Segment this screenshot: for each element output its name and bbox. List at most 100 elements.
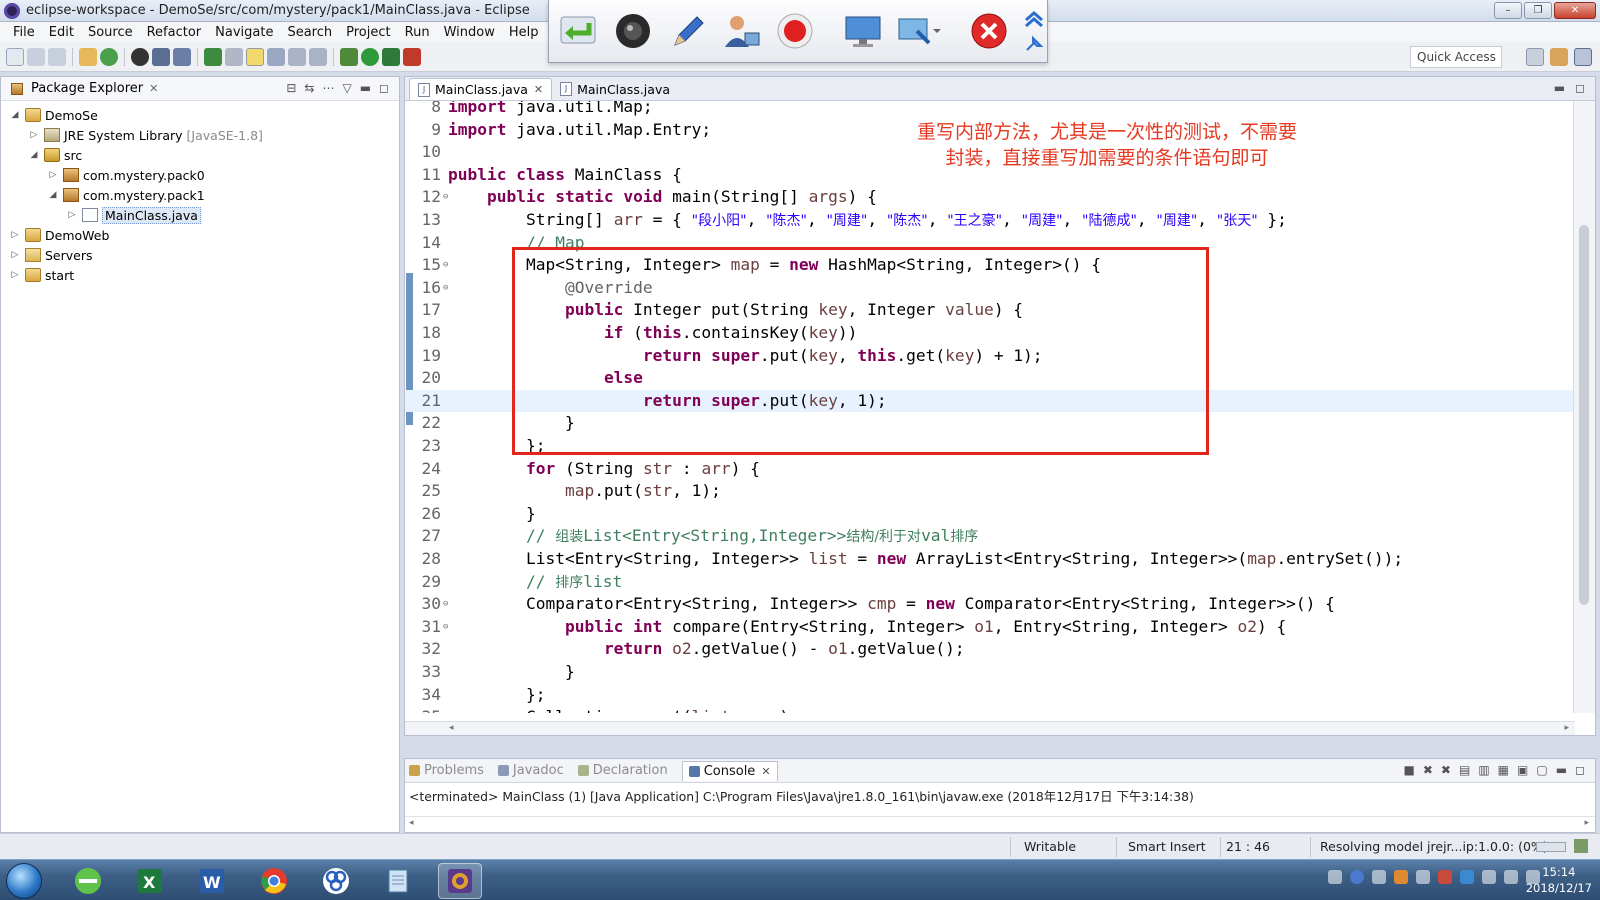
- scroll-lock-icon[interactable]: ▥: [1478, 763, 1489, 777]
- tab-console[interactable]: Console ✕: [681, 760, 778, 781]
- close-tab-icon[interactable]: ✕: [761, 765, 770, 778]
- code-line[interactable]: 13 String[] arr = { "段小阳", "陈杰", "周建", "…: [405, 209, 1575, 232]
- menu-search[interactable]: Search: [280, 25, 339, 40]
- screen-icon[interactable]: [843, 9, 883, 53]
- clear-console-icon[interactable]: ▤: [1459, 763, 1470, 777]
- minimize-button[interactable]: –: [1494, 2, 1522, 19]
- close-button[interactable]: ✕: [1554, 2, 1596, 19]
- webcam-icon[interactable]: [613, 9, 653, 53]
- remove-launch-icon[interactable]: ✖: [1423, 763, 1433, 777]
- tree-node[interactable]: ▷ MainClass.java: [1, 205, 399, 225]
- new-icon[interactable]: [6, 47, 24, 66]
- pin-icon[interactable]: [1023, 34, 1045, 52]
- return-arrow-icon[interactable]: [559, 9, 599, 53]
- console-horizontal-scrollbar[interactable]: ◂ ▸: [405, 816, 1595, 830]
- new-java-project-icon[interactable]: [79, 47, 97, 66]
- scroll-left-icon[interactable]: ◂: [449, 723, 454, 733]
- scrollbar-thumb[interactable]: [1579, 225, 1589, 605]
- app-tray-icon[interactable]: [1394, 870, 1408, 884]
- pen-icon[interactable]: [667, 9, 707, 53]
- link-editor-icon[interactable]: ⇆: [304, 81, 314, 95]
- tree-node[interactable]: ◢ src: [1, 145, 399, 165]
- word-icon[interactable]: W: [190, 863, 234, 899]
- tree-node[interactable]: ◢ DemoSe: [1, 105, 399, 125]
- code-line[interactable]: 34 };: [405, 684, 1575, 707]
- editor-tab-mainclass[interactable]: J MainClass.java: [552, 78, 678, 100]
- code-line[interactable]: 29 // 排序list: [405, 571, 1575, 594]
- notification-icon[interactable]: [1416, 870, 1430, 884]
- menu-navigate[interactable]: Navigate: [208, 25, 280, 40]
- start-button[interactable]: [6, 863, 42, 899]
- menu-help[interactable]: Help: [502, 25, 546, 40]
- menu-source[interactable]: Source: [81, 25, 140, 40]
- expanded-icon[interactable]: ◢: [9, 110, 21, 120]
- tab-javadoc[interactable]: Javadoc: [497, 763, 564, 778]
- chrome-icon[interactable]: [252, 863, 296, 899]
- scroll-right-icon[interactable]: ▸: [1584, 818, 1589, 828]
- collapsed-icon[interactable]: ▷: [47, 170, 59, 180]
- paragraph-icon[interactable]: [309, 47, 327, 66]
- horizontal-scrollbar[interactable]: ◂ ▸: [405, 721, 1575, 735]
- remove-all-icon[interactable]: ✖: [1441, 763, 1451, 777]
- close-tab-icon[interactable]: ✕: [534, 83, 543, 96]
- ie-icon[interactable]: [66, 863, 110, 899]
- focus-icon[interactable]: ⋯: [322, 81, 334, 95]
- quick-access-field[interactable]: Quick Access: [1410, 46, 1502, 68]
- toggle-mark-icon[interactable]: [225, 47, 243, 66]
- external-tools-icon[interactable]: [403, 47, 421, 66]
- tree-node[interactable]: ◢ com.mystery.pack1: [1, 185, 399, 205]
- menu-edit[interactable]: Edit: [42, 25, 81, 40]
- block-selection-icon[interactable]: [288, 47, 306, 66]
- terminate-icon[interactable]: ■: [1404, 763, 1415, 777]
- presenter-icon[interactable]: [721, 9, 761, 53]
- maximize-view-icon[interactable]: ◻: [1575, 763, 1585, 777]
- code-area[interactable]: 8 import java.util.Map; 9 import java.util.…: [405, 101, 1575, 713]
- highlight-icon[interactable]: [246, 47, 264, 66]
- minimize-view-icon[interactable]: ▬: [1556, 763, 1567, 777]
- tab-declaration[interactable]: Declaration: [577, 763, 668, 778]
- skip-breakpoints-icon[interactable]: [173, 47, 191, 66]
- code-line[interactable]: 26 }: [405, 503, 1575, 526]
- tree-node[interactable]: ▷ com.mystery.pack0: [1, 165, 399, 185]
- code-line[interactable]: 27 // 组装List<Entry<String,Integer>>结构/利于…: [405, 525, 1575, 548]
- refresh-icon[interactable]: [100, 47, 118, 66]
- code-line[interactable]: 35 Collections.sort(list, cmp);: [405, 706, 1575, 713]
- menu-run[interactable]: Run: [398, 25, 437, 40]
- tree-node[interactable]: ▷ Servers: [1, 245, 399, 265]
- tray-expand-icon[interactable]: [1372, 870, 1386, 884]
- close-tab-icon[interactable]: ✕: [149, 82, 158, 95]
- keyboard-icon[interactable]: [1328, 870, 1342, 884]
- maximize-view-icon[interactable]: ◻: [379, 81, 389, 95]
- code-line[interactable]: 28 List<Entry<String, Integer>> list = n…: [405, 548, 1575, 571]
- code-line[interactable]: 32 return o2.getValue() - o1.getValue();: [405, 638, 1575, 661]
- menu-project[interactable]: Project: [339, 25, 397, 40]
- code-line[interactable]: 30 ⊖ Comparator<Entry<String, Integer>> c…: [405, 593, 1575, 616]
- run-icon[interactable]: [361, 47, 379, 66]
- code-line[interactable]: 33 }: [405, 661, 1575, 684]
- minimize-editor-icon[interactable]: ▬: [1554, 81, 1565, 95]
- view-menu-icon[interactable]: ▽: [342, 81, 351, 95]
- excel-icon[interactable]: X: [128, 863, 172, 899]
- record-icon[interactable]: [775, 9, 815, 53]
- save-icon[interactable]: [27, 47, 45, 66]
- collapse-up-icon[interactable]: [1023, 10, 1045, 28]
- code-line[interactable]: 8 import java.util.Map;: [405, 101, 1575, 119]
- progress-view-icon[interactable]: [1574, 839, 1588, 853]
- scroll-left-icon[interactable]: ◂: [409, 818, 414, 828]
- console-icon[interactable]: [152, 47, 170, 66]
- expanded-icon[interactable]: ◢: [47, 190, 59, 200]
- java-perspective-icon[interactable]: [1574, 48, 1592, 66]
- security-icon[interactable]: [1460, 870, 1474, 884]
- collapsed-icon[interactable]: ▷: [9, 270, 21, 280]
- speaker-icon[interactable]: [1504, 870, 1518, 884]
- system-clock[interactable]: 15:14 2018/12/17: [1526, 864, 1592, 896]
- person-icon[interactable]: [131, 47, 149, 66]
- collapse-all-icon[interactable]: ⊟: [286, 81, 296, 95]
- scroll-right-icon[interactable]: ▸: [1564, 723, 1569, 733]
- minimize-view-icon[interactable]: ▬: [360, 81, 371, 95]
- expanded-icon[interactable]: ◢: [28, 150, 40, 160]
- tree-node[interactable]: ▷ JRE System Library [JavaSE-1.8]: [1, 125, 399, 145]
- eclipse-icon[interactable]: [438, 863, 482, 899]
- menu-window[interactable]: Window: [437, 25, 502, 40]
- recorder-app-icon[interactable]: [314, 863, 358, 899]
